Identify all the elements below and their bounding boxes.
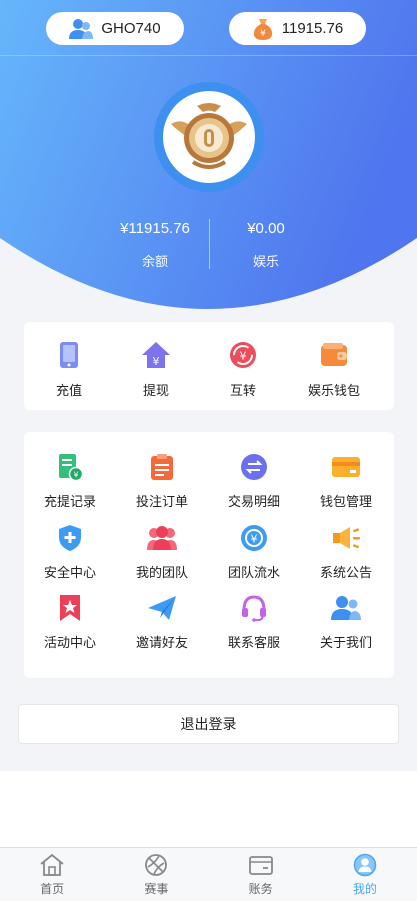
- menu-item-activities[interactable]: 活动中心: [24, 593, 116, 651]
- quick-item-withdraw[interactable]: ¥ 提现: [111, 340, 201, 399]
- vip-badge-icon: [171, 103, 247, 169]
- balance-label: 余额: [141, 254, 168, 269]
- team-icon: [147, 526, 177, 550]
- money-bag-icon: ¥: [253, 18, 272, 40]
- bookmark-star-icon: [60, 595, 80, 621]
- headset-icon: [242, 595, 266, 622]
- avatar[interactable]: [154, 82, 264, 192]
- menu-item-label: 联系客服: [227, 635, 280, 650]
- menu-item-label: 钱包管理: [319, 494, 372, 509]
- tab-label: 赛事: [144, 882, 169, 896]
- people-icon: [331, 596, 361, 620]
- menu-item-label: 团队流水: [227, 565, 280, 580]
- quick-item-recharge[interactable]: 充值: [24, 340, 114, 399]
- paper-plane-icon: [148, 596, 176, 620]
- wallet-icon: [321, 343, 347, 366]
- withdraw-house-icon: ¥: [142, 342, 170, 368]
- menu-item-label: 充提记录: [43, 494, 96, 509]
- ball-icon: [145, 854, 168, 876]
- menu-item-label: 我的团队: [135, 565, 188, 580]
- home-icon: [40, 853, 64, 876]
- bottom-tab-bar: 首页 赛事 账务 我的: [0, 847, 417, 901]
- wallet-tab-icon: [248, 856, 273, 875]
- tab-home[interactable]: 首页: [0, 848, 104, 901]
- entertainment-stat: ¥0.00 娱乐: [206, 220, 326, 270]
- menu-item-security[interactable]: 安全中心: [24, 523, 116, 581]
- logout-button[interactable]: 退出登录: [18, 704, 399, 744]
- menu-item-label: 邀请好友: [135, 635, 188, 650]
- menu-item-announcements[interactable]: 系统公告: [300, 523, 392, 581]
- menu-grid-card: ¥ 充提记录 投注订单 交易明细 钱包管理 安全中心 我的团队 ¥ 团队流水 系…: [24, 432, 394, 678]
- user-icon: [69, 18, 94, 39]
- svg-text:¥: ¥: [153, 355, 160, 368]
- quick-actions-card: 充值 ¥ 提现 ¥ 互转 娱乐钱包: [24, 322, 394, 410]
- tab-accounts[interactable]: 账务: [209, 848, 313, 901]
- shield-icon: [59, 525, 81, 551]
- entertainment-label: 娱乐: [252, 254, 279, 269]
- clipboard-icon: [151, 454, 173, 480]
- tab-label: 账务: [248, 882, 273, 896]
- tab-label: 首页: [40, 882, 65, 896]
- svg-text:¥: ¥: [73, 471, 78, 480]
- menu-item-label: 安全中心: [43, 565, 96, 580]
- menu-item-label: 关于我们: [319, 635, 372, 650]
- entertainment-amount: ¥0.00: [247, 220, 285, 237]
- balance-stat: ¥11915.76 余额: [95, 220, 215, 270]
- menu-item-about[interactable]: 关于我们: [300, 593, 392, 651]
- username-pill[interactable]: GHO740: [46, 12, 184, 45]
- tab-matches[interactable]: 赛事: [104, 848, 208, 901]
- svg-text:¥: ¥: [260, 29, 266, 39]
- menu-item-deposit-record[interactable]: ¥ 充提记录: [24, 452, 116, 510]
- transfer-icon: ¥: [230, 342, 256, 368]
- profile-header: GHO740 ¥ 11915.76 ¥11915.76 余额 ¥0.00 娱乐: [0, 0, 417, 310]
- megaphone-icon: [333, 527, 360, 549]
- quick-item-label: 互转: [229, 383, 256, 398]
- balance-pill-text: 11915.76: [281, 20, 344, 37]
- quick-item-label: 充值: [55, 383, 82, 398]
- quick-item-wallet[interactable]: 娱乐钱包: [289, 340, 379, 399]
- menu-item-my-team[interactable]: 我的团队: [116, 523, 208, 581]
- svg-text:¥: ¥: [251, 533, 258, 546]
- tab-label: 我的: [352, 882, 377, 896]
- menu-item-label: 交易明细: [227, 494, 280, 509]
- card-icon: [332, 457, 360, 477]
- phone-icon: [60, 342, 78, 368]
- menu-item-bet-orders[interactable]: 投注订单: [116, 452, 208, 510]
- balance-amount: ¥11915.76: [120, 220, 190, 237]
- menu-item-invite[interactable]: 邀请好友: [116, 593, 208, 651]
- menu-item-transactions[interactable]: 交易明细: [208, 452, 300, 510]
- menu-item-wallet-manage[interactable]: 钱包管理: [300, 452, 392, 510]
- menu-item-label: 活动中心: [43, 635, 96, 650]
- svg-text:¥: ¥: [240, 350, 247, 363]
- menu-item-label: 系统公告: [319, 565, 372, 580]
- balance-pill[interactable]: ¥ 11915.76: [229, 12, 366, 45]
- bottom-spacer: [0, 771, 417, 847]
- menu-item-team-flow[interactable]: ¥ 团队流水: [208, 523, 300, 581]
- menu-item-label: 投注订单: [135, 494, 188, 509]
- deposit-record-icon: ¥: [59, 454, 83, 481]
- username-text: GHO740: [101, 20, 161, 37]
- menu-item-customer-service[interactable]: 联系客服: [208, 593, 300, 651]
- profile-icon: [353, 853, 377, 877]
- team-flow-icon: ¥: [241, 525, 267, 551]
- header-divider: [0, 55, 417, 56]
- quick-item-transfer[interactable]: ¥ 互转: [198, 340, 288, 399]
- tab-mine[interactable]: 我的: [313, 848, 417, 901]
- exchange-icon: [241, 454, 267, 480]
- quick-item-label: 提现: [142, 383, 169, 398]
- quick-item-label: 娱乐钱包: [307, 383, 360, 398]
